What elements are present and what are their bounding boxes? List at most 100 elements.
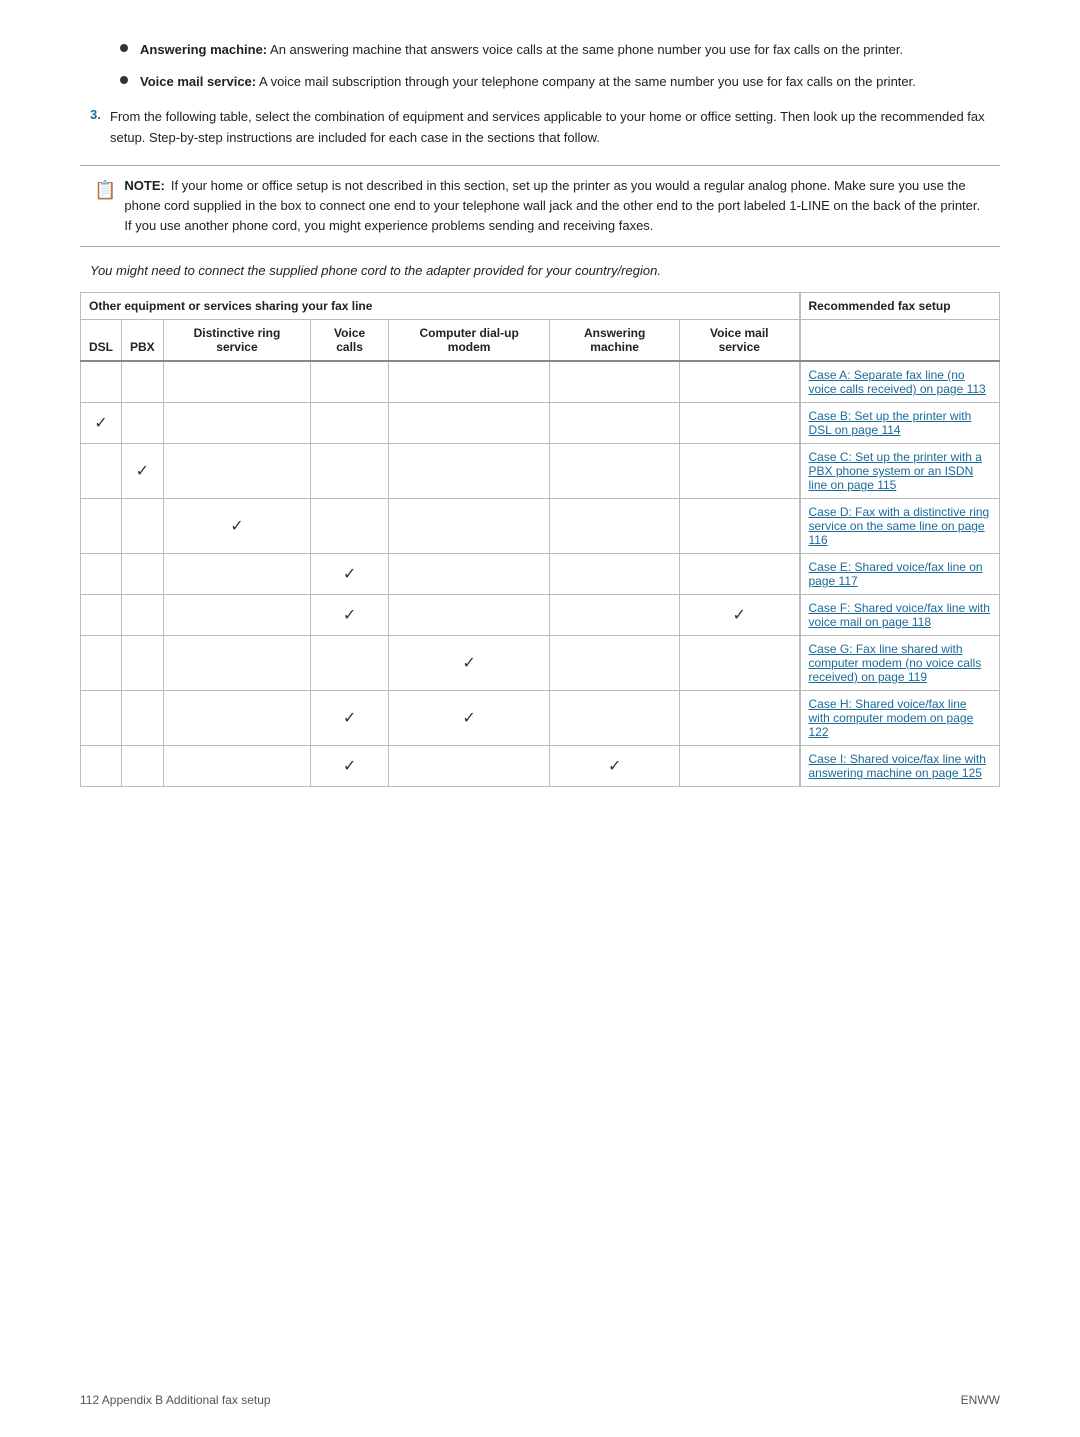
rec-cell-row5[interactable]: Case F: Shared voice/fax line with voice… bbox=[800, 595, 1000, 636]
rec-link-row1[interactable]: Case B: Set up the printer with DSL on p… bbox=[809, 409, 972, 437]
cell-row7-col0 bbox=[81, 691, 122, 746]
cell-row8-col5: ✓ bbox=[550, 746, 680, 787]
bullet-dot-1 bbox=[120, 44, 128, 52]
cell-row6-col6 bbox=[680, 636, 800, 691]
step-3-number: 3. bbox=[80, 107, 110, 122]
rec-link-row3[interactable]: Case D: Fax with a distinctive ring serv… bbox=[809, 505, 990, 547]
cell-row7-col2 bbox=[163, 691, 311, 746]
cell-row3-col0 bbox=[81, 499, 122, 554]
cell-row0-col6 bbox=[680, 361, 800, 403]
table-row: ✓ Case D: Fax with a distinctive ring ser… bbox=[81, 499, 1000, 554]
rec-cell-row6[interactable]: Case G: Fax line shared with computer mo… bbox=[800, 636, 1000, 691]
cell-row8-col6 bbox=[680, 746, 800, 787]
table-col-headers: DSL PBX Distinctive ring service Voice c… bbox=[81, 320, 1000, 362]
cell-row5-col0 bbox=[81, 595, 122, 636]
rec-cell-row8[interactable]: Case I: Shared voice/fax line with answe… bbox=[800, 746, 1000, 787]
footer-left: 112 Appendix B Additional fax setup bbox=[80, 1393, 271, 1407]
cell-row4-col5 bbox=[550, 554, 680, 595]
rec-link-row5[interactable]: Case F: Shared voice/fax line with voice… bbox=[809, 601, 990, 629]
cell-row5-col4 bbox=[389, 595, 550, 636]
rec-cell-row3[interactable]: Case D: Fax with a distinctive ring serv… bbox=[800, 499, 1000, 554]
cell-row6-col0 bbox=[81, 636, 122, 691]
cell-row2-col1: ✓ bbox=[122, 444, 164, 499]
note-box: 📋 NOTE:If your home or office setup is n… bbox=[80, 165, 1000, 247]
checkmark-icon: ✓ bbox=[688, 605, 790, 625]
col-modem: Computer dial-up modem bbox=[389, 320, 550, 362]
note-label: NOTE: bbox=[124, 178, 164, 193]
fax-table: Other equipment or services sharing your… bbox=[80, 292, 1000, 787]
rec-link-row7[interactable]: Case H: Shared voice/fax line with compu… bbox=[809, 697, 974, 739]
col-voicemail: Voice mail service bbox=[680, 320, 800, 362]
cell-row3-col4 bbox=[389, 499, 550, 554]
cell-row8-col0 bbox=[81, 746, 122, 787]
cell-row5-col6: ✓ bbox=[680, 595, 800, 636]
bullet-dot-2 bbox=[120, 76, 128, 84]
cell-row6-col3 bbox=[311, 636, 389, 691]
bullet-bold-1: Answering machine: bbox=[140, 42, 267, 57]
cell-row2-col2 bbox=[163, 444, 311, 499]
table-group-header-row: Other equipment or services sharing your… bbox=[81, 293, 1000, 320]
cell-row2-col0 bbox=[81, 444, 122, 499]
cell-row3-col3 bbox=[311, 499, 389, 554]
cell-row4-col4 bbox=[389, 554, 550, 595]
table-row: ✓ Case E: Shared voice/fax line on page 1… bbox=[81, 554, 1000, 595]
cell-row6-col2 bbox=[163, 636, 311, 691]
rec-cell-row7[interactable]: Case H: Shared voice/fax line with compu… bbox=[800, 691, 1000, 746]
table-row: ✓✓Case I: Shared voice/fax line with ans… bbox=[81, 746, 1000, 787]
table-row: ✓Case G: Fax line shared with computer m… bbox=[81, 636, 1000, 691]
cell-row7-col6 bbox=[680, 691, 800, 746]
rec-cell-row4[interactable]: Case E: Shared voice/fax line on page 11… bbox=[800, 554, 1000, 595]
rec-cell-row1[interactable]: Case B: Set up the printer with DSL on p… bbox=[800, 403, 1000, 444]
rec-link-row2[interactable]: Case C: Set up the printer with a PBX ph… bbox=[809, 450, 982, 492]
cell-row1-col4 bbox=[389, 403, 550, 444]
table-group-header: Other equipment or services sharing your… bbox=[81, 293, 800, 320]
cell-row4-col3: ✓ bbox=[311, 554, 389, 595]
cell-row0-col2 bbox=[163, 361, 311, 403]
cell-row1-col2 bbox=[163, 403, 311, 444]
rec-link-row0[interactable]: Case A: Separate fax line (no voice call… bbox=[809, 368, 986, 396]
table-row: ✓Case B: Set up the printer with DSL on … bbox=[81, 403, 1000, 444]
bullet-bold-2: Voice mail service: bbox=[140, 74, 256, 89]
footer-right: ENWW bbox=[961, 1393, 1000, 1407]
checkmark-icon: ✓ bbox=[397, 708, 541, 728]
rec-cell-row0[interactable]: Case A: Separate fax line (no voice call… bbox=[800, 361, 1000, 403]
rec-cell-row2[interactable]: Case C: Set up the printer with a PBX ph… bbox=[800, 444, 1000, 499]
table-rec-header: Recommended fax setup bbox=[800, 293, 1000, 320]
checkmark-icon: ✓ bbox=[130, 461, 155, 481]
cell-row2-col4 bbox=[389, 444, 550, 499]
cell-row5-col1 bbox=[122, 595, 164, 636]
note-icon: 📋 bbox=[94, 177, 116, 205]
checkmark-icon: ✓ bbox=[172, 516, 303, 536]
cell-row1-col3 bbox=[311, 403, 389, 444]
step-3-text: From the following table, select the com… bbox=[110, 107, 1000, 149]
table-body: Case A: Separate fax line (no voice call… bbox=[81, 361, 1000, 787]
bullet-text-2: Voice mail service: A voice mail subscri… bbox=[140, 72, 1000, 92]
table-row: ✓ ✓ Case F: Shared voice/fax line with voi… bbox=[81, 595, 1000, 636]
cell-row5-col3: ✓ bbox=[311, 595, 389, 636]
cell-row0-col4 bbox=[389, 361, 550, 403]
rec-link-row6[interactable]: Case G: Fax line shared with computer mo… bbox=[809, 642, 982, 684]
cell-row1-col6 bbox=[680, 403, 800, 444]
bullet-section: Answering machine: An answering machine … bbox=[80, 40, 1000, 91]
table-row: Case A: Separate fax line (no voice call… bbox=[81, 361, 1000, 403]
cell-row3-col1 bbox=[122, 499, 164, 554]
rec-link-row4[interactable]: Case E: Shared voice/fax line on page 11… bbox=[809, 560, 983, 588]
rec-link-row8[interactable]: Case I: Shared voice/fax line with answe… bbox=[809, 752, 986, 780]
cell-row4-col2 bbox=[163, 554, 311, 595]
bullet-text-1: Answering machine: An answering machine … bbox=[140, 40, 1000, 60]
cell-row1-col1 bbox=[122, 403, 164, 444]
cell-row2-col5 bbox=[550, 444, 680, 499]
cell-row5-col2 bbox=[163, 595, 311, 636]
table-row: ✓ Case C: Set up the printer with a PBX p… bbox=[81, 444, 1000, 499]
checkmark-icon: ✓ bbox=[558, 756, 671, 776]
cell-row0-col5 bbox=[550, 361, 680, 403]
col-pbx: PBX bbox=[122, 320, 164, 362]
cell-row0-col1 bbox=[122, 361, 164, 403]
table-row: ✓✓Case H: Shared voice/fax line with com… bbox=[81, 691, 1000, 746]
bullet-body-2: A voice mail subscription through your t… bbox=[256, 74, 916, 89]
cell-row8-col1 bbox=[122, 746, 164, 787]
bullet-item-1: Answering machine: An answering machine … bbox=[80, 40, 1000, 60]
bullet-body-1: An answering machine that answers voice … bbox=[267, 42, 903, 57]
cell-row5-col5 bbox=[550, 595, 680, 636]
col-answering: Answering machine bbox=[550, 320, 680, 362]
